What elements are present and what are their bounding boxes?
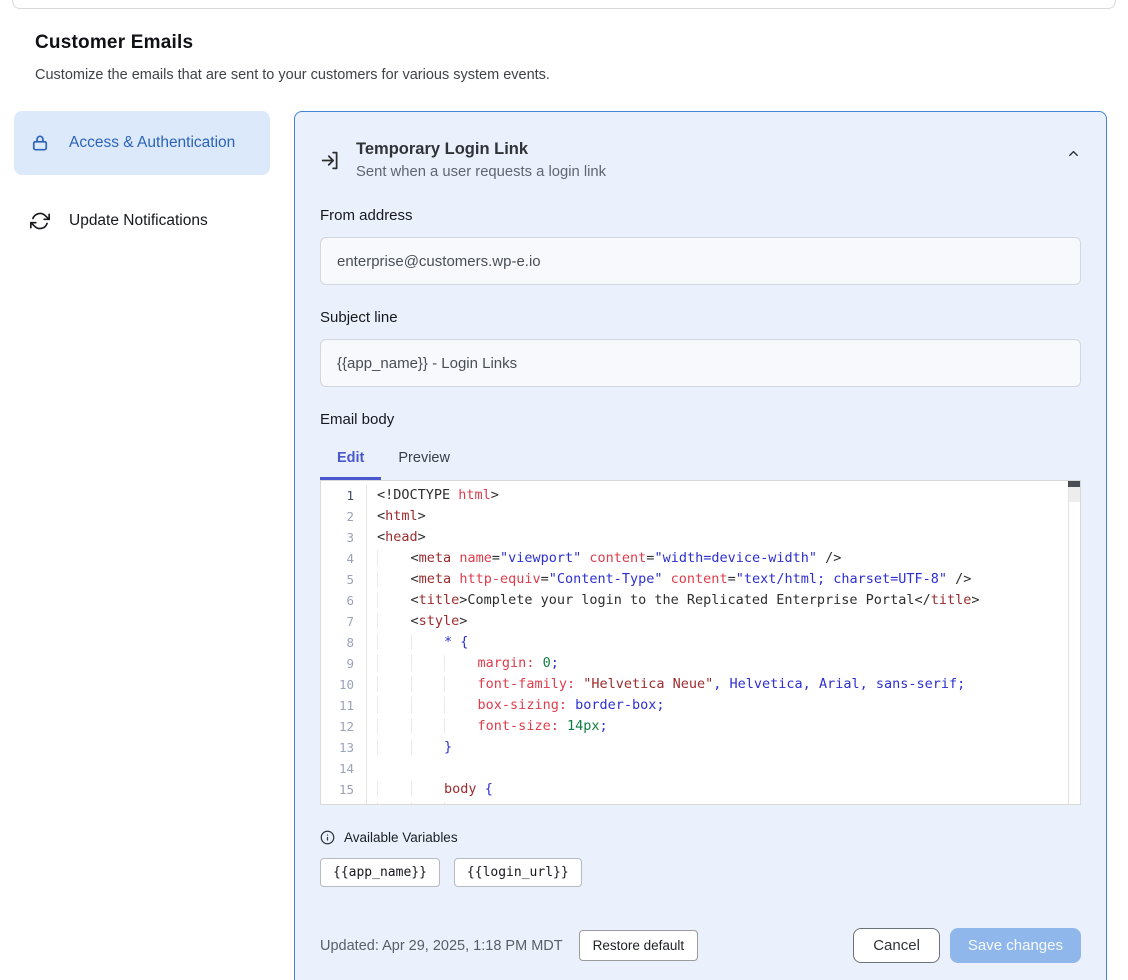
panel-title: Temporary Login Link <box>356 138 606 160</box>
collapse-panel-button[interactable] <box>1066 146 1081 161</box>
sidebar-item-label: Update Notifications <box>69 212 208 230</box>
code-line[interactable]: 12 font-size: 14px; <box>321 716 1080 737</box>
code-line[interactable]: 15 body { <box>321 779 1080 800</box>
code-line[interactable]: 14 <box>321 758 1080 779</box>
lock-icon <box>30 133 50 153</box>
cancel-button[interactable]: Cancel <box>853 928 940 963</box>
code-line[interactable]: 11 box-sizing: border-box; <box>321 695 1080 716</box>
code-lines: 1<!DOCTYPE html>2<html>3<head>4 <meta na… <box>321 485 1080 805</box>
page-header: Customer Emails Customize the emails tha… <box>35 32 1092 83</box>
scrollbar-track-shade <box>1069 487 1080 502</box>
line-number: 8 <box>321 632 367 653</box>
code-line[interactable]: 10 font-family: "Helvetica Neue", Helvet… <box>321 674 1080 695</box>
panel-subtitle: Sent when a user requests a login link <box>356 163 606 183</box>
variable-chips: {{app_name}} {{login_url}} <box>320 858 1081 887</box>
code-line[interactable]: 9 margin: 0; <box>321 653 1080 674</box>
code-line[interactable]: 8 * { <box>321 632 1080 653</box>
panel-footer: Updated: Apr 29, 2025, 1:18 PM MDT Resto… <box>320 928 1081 963</box>
panel-header: Temporary Login Link Sent when a user re… <box>320 138 1081 183</box>
sidebar-item-update-notifications[interactable]: Update Notifications <box>14 197 270 245</box>
tab-edit[interactable]: Edit <box>320 444 381 480</box>
restore-default-button[interactable]: Restore default <box>579 930 699 961</box>
from-address-label: From address <box>320 207 1081 224</box>
sidebar-item-label: Access & Authentication <box>69 131 235 155</box>
email-body-code-editor[interactable]: 1<!DOCTYPE html>2<html>3<head>4 <meta na… <box>320 480 1081 805</box>
page-subtitle: Customize the emails that are sent to yo… <box>35 67 1092 83</box>
line-number: 11 <box>321 695 367 716</box>
variable-chip-login-url[interactable]: {{login_url}} <box>454 858 582 887</box>
line-number: 10 <box>321 674 367 695</box>
code-line[interactable]: 13 } <box>321 737 1080 758</box>
line-number: 1 <box>321 485 367 506</box>
code-line[interactable]: 1<!DOCTYPE html> <box>321 485 1080 506</box>
subject-line-input[interactable] <box>320 339 1081 387</box>
line-number: 4 <box>321 548 367 569</box>
code-line[interactable]: 6 <title>Complete your login to the Repl… <box>321 590 1080 611</box>
code-line[interactable]: 4 <meta name="viewport" content="width=d… <box>321 548 1080 569</box>
updated-timestamp: Updated: Apr 29, 2025, 1:18 PM MDT <box>320 938 563 954</box>
email-body-label: Email body <box>320 411 1081 428</box>
line-number: 3 <box>321 527 367 548</box>
save-changes-button[interactable]: Save changes <box>950 928 1081 963</box>
email-types-sidebar: Access & Authentication Update Notificat… <box>14 111 270 245</box>
line-number: 15 <box>321 779 367 800</box>
page-title: Customer Emails <box>35 32 1092 54</box>
line-number: 14 <box>321 758 367 779</box>
tab-preview[interactable]: Preview <box>381 444 467 480</box>
from-address-input[interactable] <box>320 237 1081 285</box>
code-line[interactable]: 16 font-family: "Helvetica Neue", Helvet… <box>321 800 1080 805</box>
active-tab-underline <box>320 477 381 480</box>
code-line[interactable]: 2<html> <box>321 506 1080 527</box>
editor-scrollbar[interactable] <box>1068 481 1080 804</box>
variable-chip-app-name[interactable]: {{app_name}} <box>320 858 440 887</box>
sync-icon <box>30 211 50 231</box>
info-icon <box>320 830 335 845</box>
line-number: 13 <box>321 737 367 758</box>
code-line[interactable]: 5 <meta http-equiv="Content-Type" conten… <box>321 569 1080 590</box>
code-line[interactable]: 7 <style> <box>321 611 1080 632</box>
code-editor-wrap: 1<!DOCTYPE html>2<html>3<head>4 <meta na… <box>320 480 1081 805</box>
chevron-up-icon <box>1066 146 1081 161</box>
line-number: 6 <box>321 590 367 611</box>
code-line[interactable]: 3<head> <box>321 527 1080 548</box>
subject-line-label: Subject line <box>320 309 1081 326</box>
temporary-login-link-panel: Temporary Login Link Sent when a user re… <box>294 111 1107 980</box>
line-number: 5 <box>321 569 367 590</box>
available-variables-header: Available Variables <box>320 830 1081 845</box>
available-variables-label: Available Variables <box>344 830 458 845</box>
previous-card-bottom-edge <box>12 0 1116 9</box>
line-number: 12 <box>321 716 367 737</box>
line-number: 9 <box>321 653 367 674</box>
line-number: 2 <box>321 506 367 527</box>
sidebar-item-access-authentication[interactable]: Access & Authentication <box>14 111 270 175</box>
content-layout: Access & Authentication Update Notificat… <box>14 111 1107 980</box>
log-in-icon <box>320 150 341 171</box>
email-body-tabs: Edit Preview <box>320 444 1081 480</box>
line-number: 16 <box>321 800 367 805</box>
line-number: 7 <box>321 611 367 632</box>
